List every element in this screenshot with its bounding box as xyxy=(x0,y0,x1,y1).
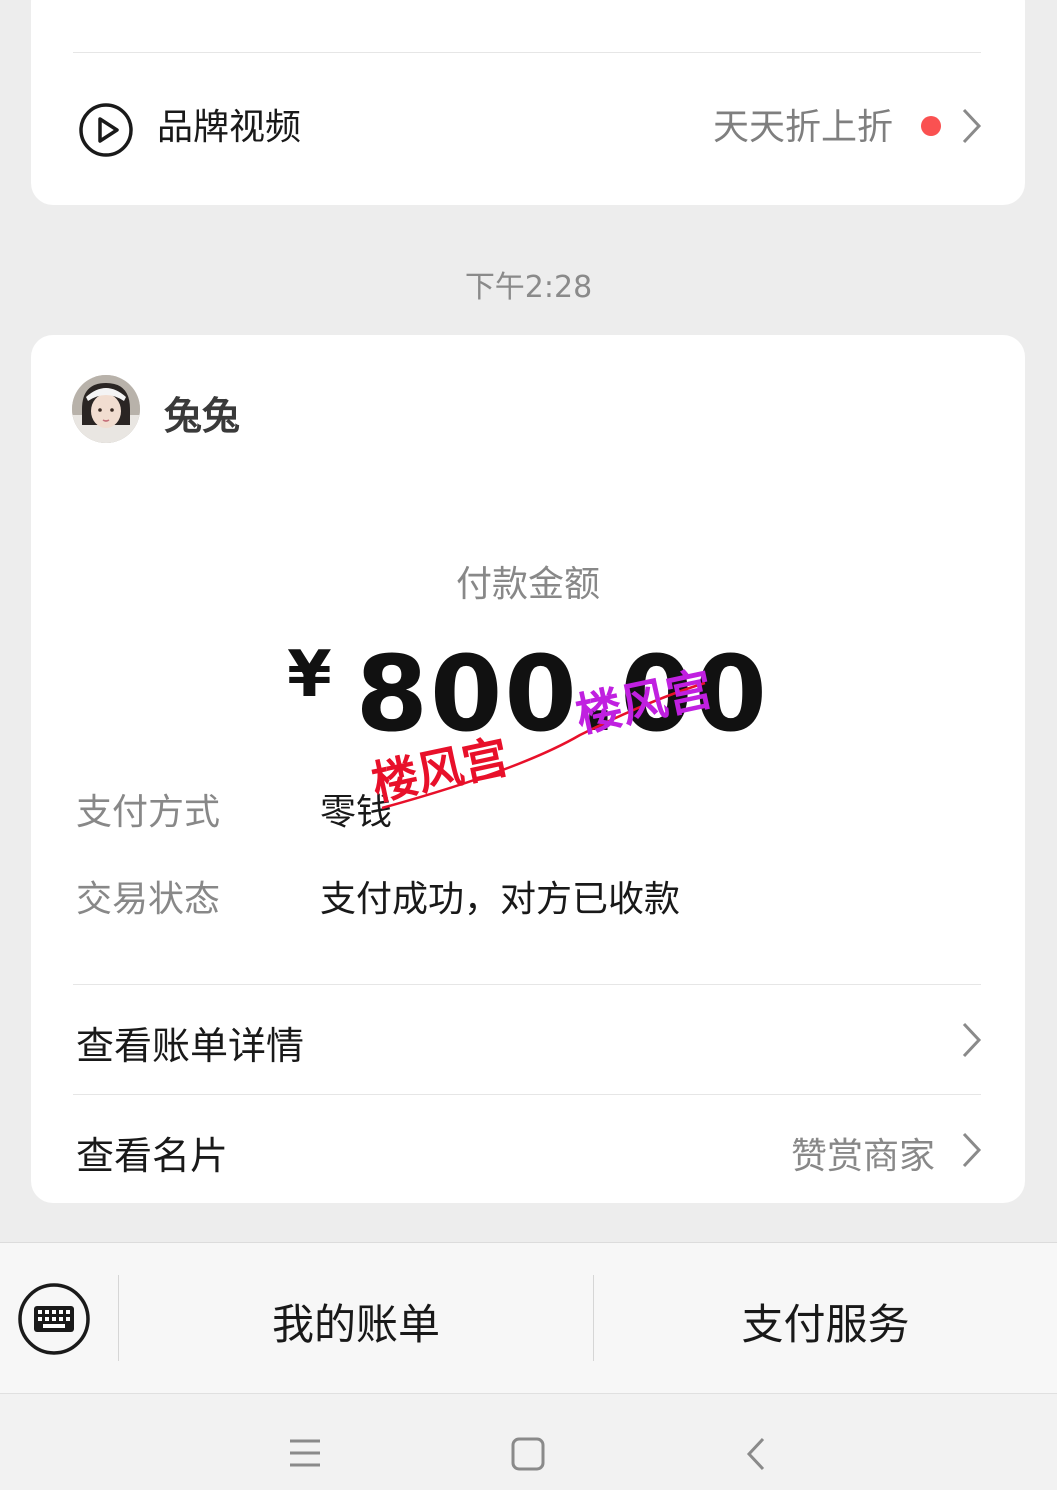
avatar-image xyxy=(72,375,140,443)
chevron-right-icon xyxy=(962,108,982,144)
service-card: 品牌视频 天天折上折 xyxy=(31,0,1025,205)
transaction-status-label: 交易状态 xyxy=(76,879,221,920)
transaction-status-value: 支付成功，对方已收款 xyxy=(320,879,681,920)
view-business-card-row[interactable]: 查看名片 赞赏商家 xyxy=(31,1095,1025,1203)
home-icon[interactable] xyxy=(510,1436,546,1472)
payment-method-value: 零钱 xyxy=(320,792,393,833)
brand-video-label: 品牌视频 xyxy=(157,107,302,148)
payment-method-label: 支付方式 xyxy=(76,792,221,833)
brand-video-row[interactable]: 品牌视频 天天折上折 xyxy=(31,53,1025,205)
payment-amount: ¥800.00 xyxy=(31,633,1025,755)
tip-merchant-text: 赞赏商家 xyxy=(790,1136,935,1177)
payment-card[interactable]: 兔兔 付款金额 ¥800.00 支付方式 零钱 交易状态 支付成功，对方已收款 … xyxy=(31,335,1025,1203)
system-nav-bar xyxy=(0,1394,1057,1490)
play-circle-icon xyxy=(79,103,133,157)
my-bills-button[interactable]: 我的账单 xyxy=(119,1291,593,1352)
currency-symbol: ¥ xyxy=(287,638,332,712)
notification-dot xyxy=(921,116,941,136)
amount-label: 付款金额 xyxy=(455,564,600,605)
payment-notification-screen: 品牌视频 天天折上折 下午2:28 兔兔 付款金额 ¥ 800.00 支付方式 … xyxy=(0,0,1057,1490)
view-bill-details-label: 查看账单详情 xyxy=(76,1024,305,1068)
view-bill-details-row[interactable]: 查看账单详情 xyxy=(31,985,1025,1093)
bottom-action-bar: 我的账单 支付服务 xyxy=(0,1242,1057,1394)
promo-text: 天天折上折 xyxy=(712,107,893,148)
keyboard-icon[interactable] xyxy=(16,1281,92,1357)
view-business-card-label: 查看名片 xyxy=(76,1134,229,1178)
sender-name: 兔兔 xyxy=(164,394,241,438)
amount-value: 800.00 xyxy=(355,633,769,755)
menu-icon[interactable] xyxy=(288,1438,322,1468)
avatar[interactable] xyxy=(72,375,140,443)
chevron-right-icon xyxy=(962,1132,982,1168)
chevron-right-icon xyxy=(962,1022,982,1058)
payment-services-button[interactable]: 支付服务 xyxy=(594,1291,1057,1352)
message-timestamp: 下午2:28 xyxy=(464,270,593,305)
back-icon[interactable] xyxy=(744,1436,768,1472)
